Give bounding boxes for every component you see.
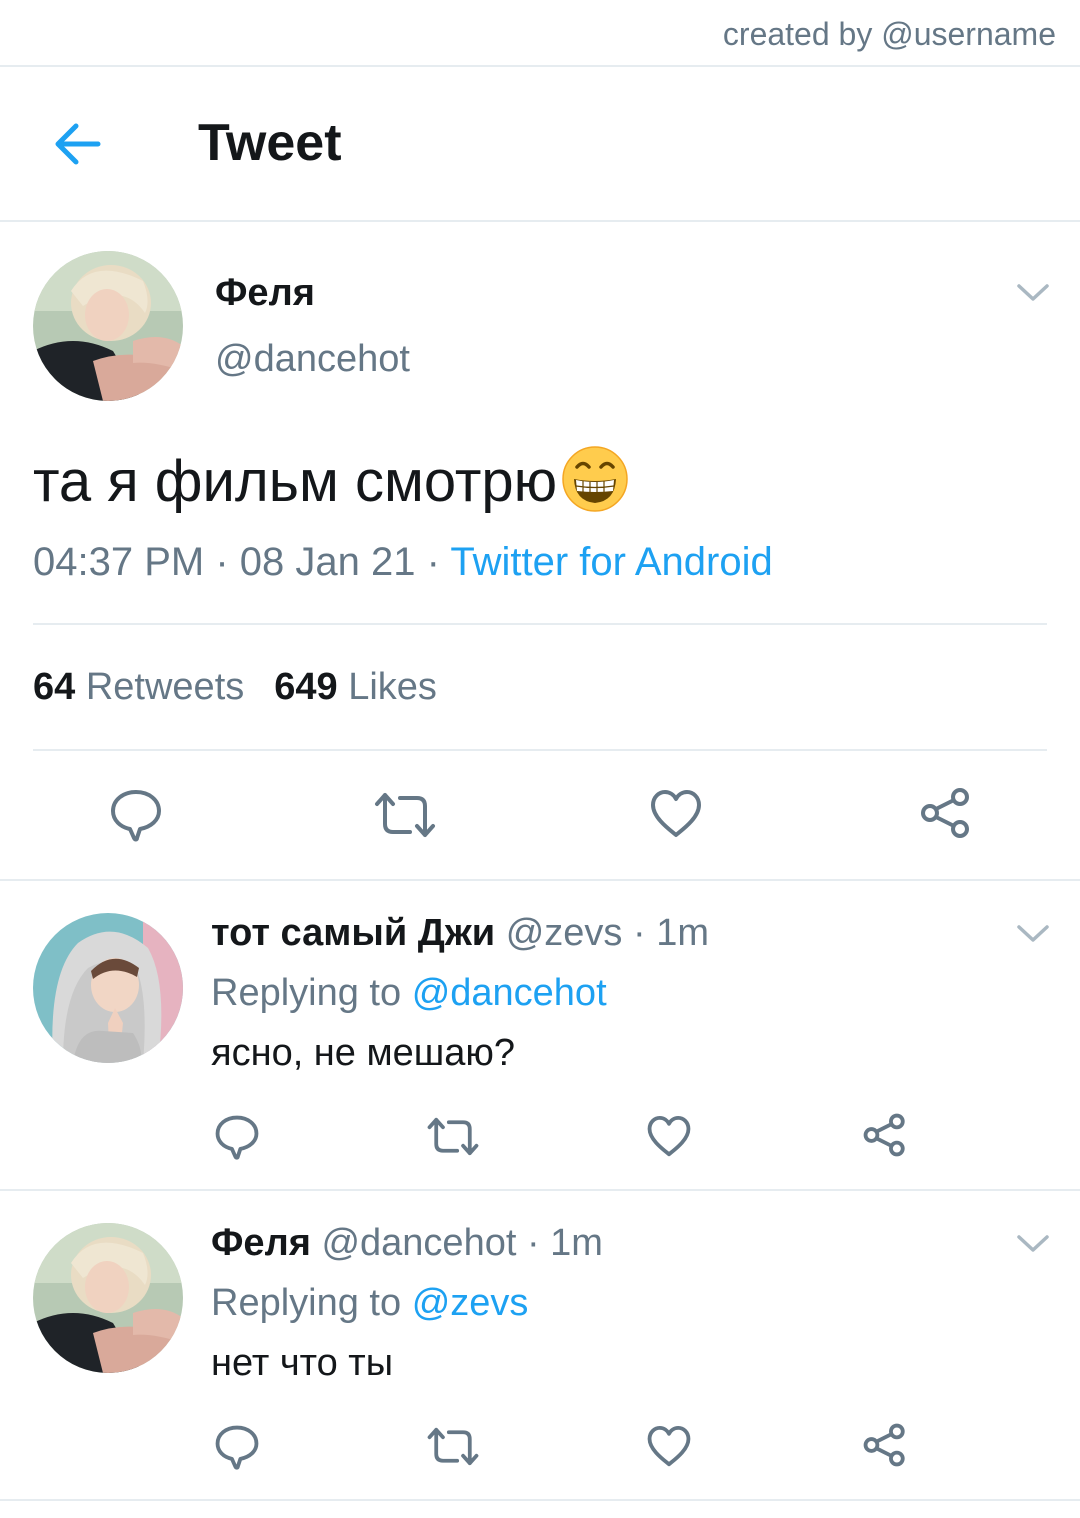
reply-author-handle[interactable]: @zevs [506, 912, 623, 954]
reply-author-line: тот самый Джи @zevs · 1m [211, 912, 709, 955]
retweets-stat[interactable]: 64 Retweets [33, 666, 244, 708]
author-name[interactable]: Феля [215, 272, 315, 315]
reply-time: · 1m [632, 912, 709, 954]
arrow-left-icon[interactable] [50, 119, 104, 169]
tweet-page: created by @username Tweet Феля @danceho… [0, 0, 1080, 1518]
tweet-stats: 64 Retweets 649 Likes [33, 666, 437, 709]
share-icon[interactable] [863, 1423, 907, 1467]
reply-time: · 1m [526, 1222, 603, 1264]
credit-bar: created by @username [0, 0, 1080, 67]
tweet-date: 08 Jan 21 [239, 540, 416, 584]
chevron-down-icon[interactable] [1016, 923, 1050, 945]
share-icon[interactable] [863, 1113, 907, 1157]
likes-count: 649 [274, 666, 338, 708]
retweet-icon[interactable] [427, 1427, 479, 1466]
tweet-meta: 04:37 PM · 08 Jan 21 · Twitter for Andro… [33, 540, 773, 585]
grinning-face-emoji [561, 445, 629, 513]
meta-separator: · [426, 540, 440, 584]
page-title: Tweet [198, 114, 342, 172]
divider [33, 623, 1047, 625]
likes-stat[interactable]: 649 Likes [274, 666, 437, 708]
reply-icon[interactable] [215, 1115, 259, 1160]
retweet-icon[interactable] [427, 1117, 479, 1156]
divider [0, 1499, 1080, 1501]
retweets-label: Retweets [85, 666, 245, 708]
avatar[interactable] [33, 251, 183, 401]
header: Tweet [0, 67, 1080, 222]
divider [33, 749, 1047, 751]
reply-author-name[interactable]: тот самый Джи [211, 912, 495, 954]
reply-text: нет что ты [211, 1342, 394, 1384]
author-handle[interactable]: @dancehot [215, 338, 410, 381]
reply-icon[interactable] [110, 789, 162, 842]
tweet-source-link[interactable]: Twitter for Android [450, 540, 772, 584]
replying-to-mention[interactable]: @zevs [412, 1282, 529, 1324]
reply-author-handle[interactable]: @dancehot [321, 1222, 516, 1264]
likes-label: Likes [348, 666, 437, 708]
avatar[interactable] [33, 913, 183, 1063]
tweet-text-content: та я фильм смотрю [33, 449, 558, 514]
credit-text: created by @username [722, 16, 1056, 52]
reply-text: ясно, не мешаю? [211, 1032, 515, 1074]
replying-to-label: Replying to [211, 972, 402, 1014]
like-icon[interactable] [650, 790, 702, 838]
replying-to: Replying to @dancehot [211, 972, 607, 1015]
retweets-count: 64 [33, 666, 76, 708]
like-icon[interactable] [647, 1115, 691, 1157]
share-icon[interactable] [920, 787, 972, 839]
reply-author-name[interactable]: Феля [211, 1222, 311, 1264]
replying-to-label: Replying to [211, 1282, 402, 1324]
reply-icon[interactable] [215, 1425, 259, 1470]
tweet-text: та я фильм смотрю [33, 445, 629, 515]
meta-separator: · [215, 540, 229, 584]
replying-to: Replying to @zevs [211, 1282, 528, 1325]
divider [0, 1189, 1080, 1191]
chevron-down-icon[interactable] [1016, 282, 1050, 304]
retweet-icon[interactable] [374, 792, 436, 838]
reply-author-line: Феля @dancehot · 1m [211, 1222, 603, 1265]
divider [0, 879, 1080, 881]
tweet-time: 04:37 PM [33, 540, 205, 584]
like-icon[interactable] [647, 1425, 691, 1467]
avatar[interactable] [33, 1223, 183, 1373]
chevron-down-icon[interactable] [1016, 1233, 1050, 1255]
replying-to-mention[interactable]: @dancehot [412, 972, 607, 1014]
